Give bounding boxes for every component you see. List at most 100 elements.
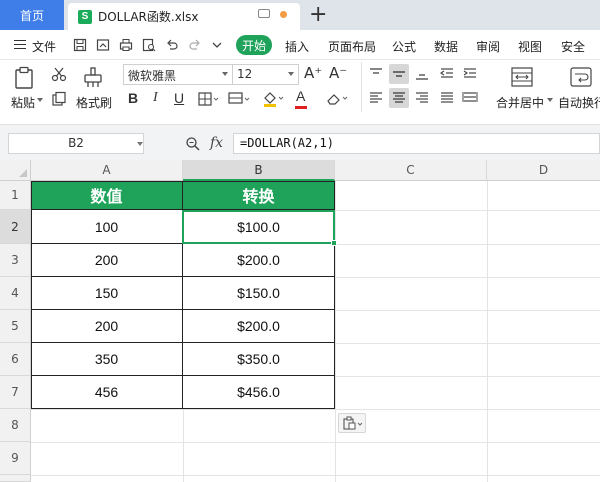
menu-page-layout[interactable]: 页面布局	[328, 38, 376, 55]
row-header-6[interactable]: 6	[0, 343, 31, 376]
column-header-c[interactable]: C	[335, 160, 487, 181]
cell-style-icon[interactable]	[228, 92, 252, 106]
align-bottom-icon[interactable]	[414, 67, 430, 81]
paste-options-button[interactable]	[338, 413, 366, 433]
menu-insert[interactable]: 插入	[285, 38, 309, 55]
cell-b1[interactable]: 转换	[183, 181, 335, 210]
menu-view[interactable]: 视图	[518, 38, 542, 55]
tab-bar: 首页 S DOLLAR函数.xlsx +	[0, 0, 600, 30]
paste-label[interactable]: 粘贴	[11, 94, 35, 111]
increase-indent-icon[interactable]	[462, 67, 478, 81]
cell-a7[interactable]: 456	[31, 376, 183, 409]
menu-start[interactable]: 开始	[236, 35, 272, 55]
align-right-icon[interactable]	[414, 91, 430, 105]
row-header-4[interactable]: 4	[0, 277, 31, 310]
cell-b2[interactable]: $100.0	[183, 210, 335, 244]
tab-home[interactable]: 首页	[0, 0, 64, 30]
menu-review[interactable]: 审阅	[476, 38, 500, 55]
column-header-d[interactable]: D	[487, 160, 600, 181]
cell-a4[interactable]: 150	[31, 277, 183, 310]
align-top-icon[interactable]	[368, 67, 384, 81]
border-icon[interactable]	[198, 92, 220, 106]
merge-center-icon[interactable]	[510, 66, 534, 88]
font-color-button[interactable]: A	[296, 88, 305, 104]
cut-icon[interactable]	[51, 66, 67, 82]
underline-button[interactable]: U	[174, 90, 184, 106]
menu-security[interactable]: 安全	[561, 38, 585, 55]
redo-icon[interactable]	[188, 38, 202, 52]
copy-icon[interactable]	[51, 91, 67, 107]
gridline	[335, 277, 600, 278]
menu-file[interactable]: 文件	[32, 38, 56, 55]
menu-formulas[interactable]: 公式	[392, 38, 416, 55]
name-box-dropdown-icon[interactable]	[137, 142, 143, 146]
column-header-a[interactable]: A	[31, 160, 183, 181]
eraser-icon[interactable]	[326, 91, 350, 107]
decrease-indent-icon[interactable]	[439, 67, 455, 81]
row-header-5[interactable]: 5	[0, 310, 31, 343]
align-middle-button[interactable]	[389, 64, 409, 84]
justify-icon[interactable]	[439, 91, 455, 105]
row-header-9[interactable]: 9	[0, 442, 31, 475]
monitor-icon[interactable]	[258, 9, 270, 18]
paste-options-icon	[343, 416, 363, 430]
cell-b4[interactable]: $150.0	[183, 277, 335, 310]
row-header-10[interactable]	[0, 475, 31, 482]
new-tab-button[interactable]: +	[309, 2, 327, 28]
cell-b3[interactable]: $200.0	[183, 244, 335, 277]
row-header-1[interactable]: 1	[0, 181, 31, 210]
format-painter-label[interactable]: 格式刷	[76, 94, 112, 111]
print-icon[interactable]	[119, 38, 133, 52]
menu-bar: 文件 开始 插入 页面布局 公式 数据 审阅 视图 安全	[0, 30, 600, 60]
zoom-search-icon[interactable]	[185, 136, 201, 152]
merge-dropdown-icon[interactable]	[547, 98, 553, 102]
print-preview-icon[interactable]	[142, 38, 156, 52]
merge-center-label[interactable]: 合并居中	[496, 94, 544, 111]
shrink-font-button[interactable]: A⁻	[329, 64, 347, 82]
paste-dropdown-icon[interactable]	[37, 98, 43, 102]
row-header-7[interactable]: 7	[0, 376, 31, 409]
hamburger-menu-icon[interactable]	[14, 40, 26, 49]
align-center-button[interactable]	[389, 88, 409, 108]
customize-dropdown-icon[interactable]	[210, 38, 224, 52]
cell-a2[interactable]: 100	[31, 210, 183, 244]
row-header-2[interactable]: 2	[0, 210, 31, 244]
undo-icon[interactable]	[165, 38, 179, 52]
name-box[interactable]: B2	[8, 133, 144, 154]
cell-b6[interactable]: $350.0	[183, 343, 335, 376]
wrap-text-icon[interactable]	[569, 66, 593, 88]
select-all-corner[interactable]	[0, 160, 31, 181]
font-family-select[interactable]: 微软雅黑	[123, 64, 233, 85]
font-size-select[interactable]: 12	[233, 64, 299, 85]
italic-button[interactable]: I	[153, 90, 158, 106]
cell-b7[interactable]: $456.0	[183, 376, 335, 409]
row-header-3[interactable]: 3	[0, 244, 31, 277]
align-left-icon[interactable]	[368, 91, 384, 105]
gridline	[335, 244, 600, 245]
cell-a3[interactable]: 200	[31, 244, 183, 277]
wrap-text-label[interactable]: 自动换行	[558, 94, 600, 111]
bold-button[interactable]: B	[128, 90, 138, 106]
insert-function-button[interactable]: fx	[210, 135, 223, 151]
formula-input[interactable]: =DOLLAR(A2,1)	[233, 133, 600, 154]
cell-a1[interactable]: 数值	[31, 181, 183, 210]
fill-handle[interactable]	[331, 240, 337, 246]
cell-a6[interactable]: 350	[31, 343, 183, 376]
column-header-b[interactable]: B	[183, 160, 335, 181]
gridline	[487, 181, 488, 482]
cell-b5[interactable]: $200.0	[183, 310, 335, 343]
grow-font-button[interactable]: A⁺	[304, 64, 322, 82]
font-color-swatch	[295, 106, 307, 109]
menu-data[interactable]: 数据	[434, 38, 458, 55]
tab-file[interactable]: S DOLLAR函数.xlsx	[68, 3, 300, 30]
format-painter-icon[interactable]	[82, 66, 104, 88]
paste-icon[interactable]	[14, 66, 36, 90]
cell-a5[interactable]: 200	[31, 310, 183, 343]
font-family-value: 微软雅黑	[128, 69, 177, 83]
save-icon[interactable]	[73, 38, 87, 52]
fill-color-icon[interactable]	[262, 90, 286, 108]
row-header-8[interactable]: 8	[0, 409, 31, 442]
export-icon[interactable]	[96, 38, 110, 52]
distributed-align-icon[interactable]	[462, 91, 478, 105]
gridline	[335, 343, 600, 344]
